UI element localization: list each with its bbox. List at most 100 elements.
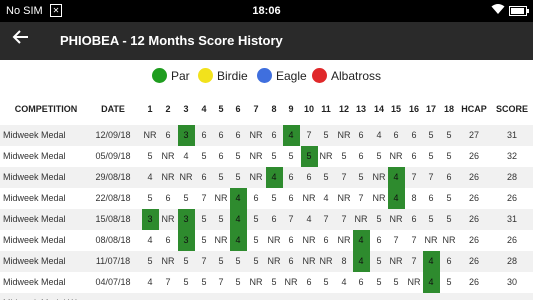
hole-score-cell: 5 (147, 151, 153, 161)
hole-score-cell: 5 (235, 172, 241, 182)
hole-score-cell: 7 (341, 214, 347, 224)
hole-score-cell: 6 (201, 130, 207, 140)
hole-score-cell: 8 (411, 193, 417, 203)
hole-score-cell: 3 (177, 125, 195, 146)
hole-score-cell: 7 (218, 277, 224, 287)
column-header: DATE (101, 104, 125, 114)
hole-score-cell: NR (302, 193, 316, 203)
legend-label: Albatross (331, 69, 382, 83)
table-row[interactable]: Midweek Medal 22/08/18 5 6 5 7 NR 4 6 5 6 NR 4 NR 7 NR 4… (0, 188, 533, 209)
table-row[interactable]: Midweek Medal 12/09/18 NR 6 3 6 6 6 NR 6 4 7 5 NR 6 4 6 6… (0, 125, 533, 146)
column-header: 10 (303, 104, 314, 114)
hcap-cell: 26 (468, 172, 479, 182)
hole-score-cell: NR (337, 193, 351, 203)
hole-score-cell: NR (319, 151, 333, 161)
competition-cell: Midweek Medal (3, 256, 66, 266)
hole-score-cell: 6 (358, 151, 364, 161)
hole-score-cell: 6 (428, 193, 434, 203)
hole-score-cell: 5 (183, 256, 189, 266)
hole-score-cell: 7 (341, 172, 347, 182)
table-row[interactable]: Midweek Medal 08/08/18 4 6 3 5 NR 4 5 NR 6 NR 6 NR 4 6 7… (0, 230, 533, 251)
hole-score-cell: 5 (376, 256, 382, 266)
date-cell: 04/07/18 (95, 277, 131, 287)
hole-score-cell: 6 (411, 214, 417, 224)
hole-score-cell: 5 (201, 151, 207, 161)
hole-score-cell: 6 (253, 193, 259, 203)
arrow-left-icon[interactable] (12, 28, 30, 52)
column-header: 5 (218, 104, 224, 114)
hole-score-cell: 7 (393, 235, 399, 245)
hole-score-cell: 5 (288, 151, 294, 161)
battery-level (511, 8, 524, 14)
hole-score-cell: NR (442, 235, 456, 245)
hole-score-cell: 5 (300, 146, 318, 167)
clock: 18:06 (252, 5, 281, 17)
hole-score-cell: 7 (165, 277, 171, 287)
hole-score-cell: 4 (387, 188, 405, 209)
table-row[interactable]: Midweek Medal 15/08/18 3 NR 3 5 5 4 5 6 7 4 7 7 NR 5 NR 6… (0, 209, 533, 230)
hole-score-cell: 5 (235, 256, 241, 266)
hole-score-cell: 5 (218, 256, 224, 266)
hole-score-cell: NR (161, 256, 175, 266)
column-header: 8 (271, 104, 277, 114)
hole-score-cell: 6 (218, 130, 224, 140)
hole-score-cell: 6 (376, 235, 382, 245)
hole-score-cell: NR (372, 172, 386, 182)
hcap-cell: 27 (468, 130, 479, 140)
hole-score-cell: 7 (201, 256, 207, 266)
hole-score-cell: 5 (271, 277, 277, 287)
hole-score-cell: NR (161, 172, 175, 182)
hole-score-cell: 4 (229, 230, 247, 251)
hole-score-cell: NR (389, 214, 403, 224)
hole-score-cell: 5 (253, 235, 259, 245)
hole-score-cell: 5 (428, 130, 434, 140)
score-cell: 30 (506, 277, 517, 287)
hole-score-cell: 5 (323, 277, 329, 287)
hole-score-cell: 8 (341, 256, 347, 266)
table-row[interactable]: Midweek Medal W (0, 293, 533, 300)
hole-score-cell: 7 (428, 172, 434, 182)
hole-score-cell: NR (372, 193, 386, 203)
table-row[interactable]: Midweek Medal 04/07/18 4 7 5 5 7 5 NR 5 NR 6 5 4 6 5 5 NR… (0, 272, 533, 293)
legend: Par Birdie Eagle Albatross (0, 64, 533, 88)
hole-score-cell: 5 (341, 151, 347, 161)
hole-score-cell: 6 (358, 130, 364, 140)
hole-score-cell: 5 (323, 130, 329, 140)
hole-score-cell: 6 (323, 235, 329, 245)
hole-score-cell: 7 (306, 130, 312, 140)
hole-score-cell: 5 (147, 256, 153, 266)
hole-score-cell: NR (249, 151, 263, 161)
table-row[interactable]: Midweek Medal 29/08/18 4 NR NR 6 5 5 NR 4 6 6 5 7 5 NR 4… (0, 167, 533, 188)
score-cell: 31 (506, 214, 517, 224)
hole-score-cell: NR (424, 235, 438, 245)
hole-score-cell: 4 (352, 230, 370, 251)
hole-score-cell: NR (407, 277, 421, 287)
hole-score-cell: 5 (446, 277, 452, 287)
hole-score-cell: NR (302, 256, 316, 266)
hole-score-cell: NR (249, 130, 263, 140)
table-row[interactable]: Midweek Medal 05/09/18 5 NR 4 5 6 5 NR 5 5 5 NR 5 6 5 NR… (0, 146, 533, 167)
hole-score-cell: NR (179, 172, 193, 182)
score-cell: 31 (506, 130, 517, 140)
hole-score-cell: 5 (147, 193, 153, 203)
hole-score-cell: 5 (446, 151, 452, 161)
column-header: 15 (390, 104, 401, 114)
hole-score-cell: 4 (265, 167, 283, 188)
hole-score-cell: 6 (288, 235, 294, 245)
hole-score-cell: NR (267, 256, 281, 266)
hole-score-cell: 6 (393, 130, 399, 140)
hole-score-cell: 5 (428, 214, 434, 224)
hole-score-cell: 3 (177, 230, 195, 251)
date-cell: 08/08/18 (95, 235, 131, 245)
hole-score-cell: NR (354, 214, 368, 224)
hole-score-cell: 4 (282, 125, 300, 146)
hole-score-cell: 5 (446, 130, 452, 140)
hole-score-cell: 5 (446, 193, 452, 203)
table-row[interactable]: Midweek Medal 11/07/18 5 NR 5 7 5 5 5 NR 6 NR NR 8 4 5 N… (0, 251, 533, 272)
hole-score-cell: 6 (201, 172, 207, 182)
hcap-cell: 26 (468, 277, 479, 287)
hole-score-cell: 5 (235, 277, 241, 287)
hole-score-cell: NR (249, 277, 263, 287)
hole-score-cell: 6 (446, 172, 452, 182)
hole-score-cell: NR (214, 193, 228, 203)
